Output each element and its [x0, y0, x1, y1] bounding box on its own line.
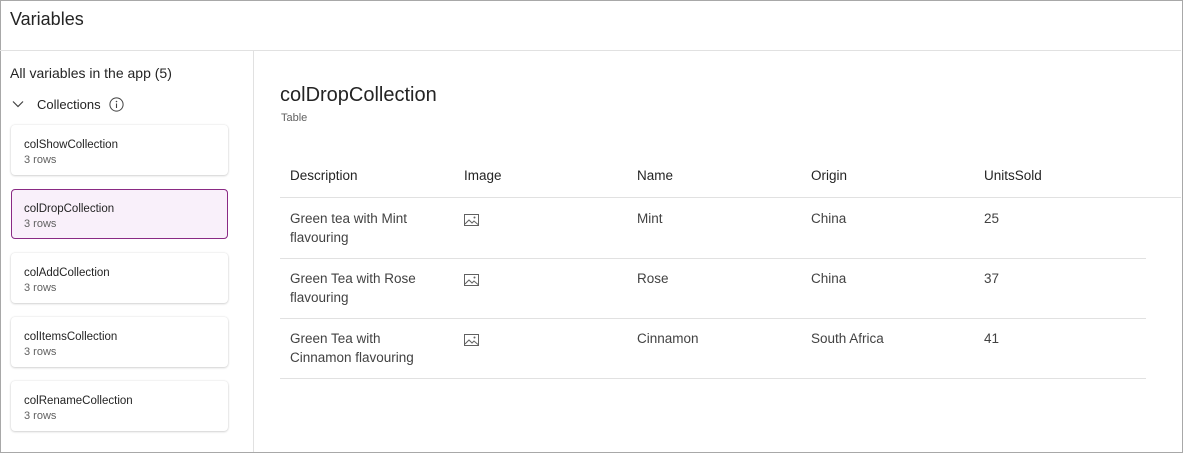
cell-description: Green tea with Mint flavouring [290, 211, 408, 245]
column-header-description: Description [290, 168, 358, 183]
collections-label: Collections [37, 96, 101, 112]
column-header-image: Image [464, 168, 502, 183]
image-icon [464, 213, 479, 226]
all-variables-heading: All variables in the app (5) [10, 65, 172, 81]
variable-row-count: 3 rows [24, 346, 57, 358]
cell-unitssold: 37 [984, 271, 1000, 286]
table-row: Green Tea with Rose flavouring Rose Chin… [280, 259, 1146, 319]
cell-unitssold: 25 [984, 211, 1000, 226]
column-header-unitssold: UnitsSold [984, 168, 1042, 183]
variable-card-colitemscollection[interactable]: colItemsCollection 3 rows [11, 317, 228, 367]
header: Variables [0, 0, 1181, 51]
variable-card-colrenamecollection[interactable]: colRenameCollection 3 rows [11, 381, 228, 431]
variable-card-coladdcollection[interactable]: colAddCollection 3 rows [11, 253, 228, 303]
page-title: Variables [10, 9, 84, 29]
cell-unitssold: 41 [984, 331, 1000, 346]
cell-description: Green Tea with Cinnamon flavouring [290, 331, 414, 365]
table-header: Description Image Name Origin UnitsSold [280, 155, 1181, 198]
variable-name: colAddCollection [24, 267, 110, 279]
variable-card-coldropcollection[interactable]: colDropCollection 3 rows [11, 189, 228, 239]
cell-description: Green Tea with Rose flavouring [290, 271, 416, 305]
collections-toggle[interactable]: Collections [10, 94, 124, 114]
collection-title: colDropCollection [280, 84, 437, 106]
variable-card-colshowcollection[interactable]: colShowCollection 3 rows [11, 125, 228, 175]
table-row: Green Tea with Cinnamon flavouring Cinna… [280, 319, 1146, 379]
variable-name: colItemsCollection [24, 331, 118, 343]
variable-row-count: 3 rows [24, 282, 57, 294]
variable-name: colDropCollection [24, 203, 115, 215]
cell-name: Mint [637, 211, 663, 226]
variable-row-count: 3 rows [24, 218, 57, 230]
table-row: Green tea with Mint flavouring Mint Chin… [280, 199, 1146, 259]
cell-name: Cinnamon [637, 331, 699, 346]
variable-row-count: 3 rows [24, 154, 57, 166]
image-icon [464, 273, 479, 286]
cell-origin: China [811, 271, 847, 286]
column-header-name: Name [637, 168, 674, 183]
info-icon[interactable] [108, 96, 124, 112]
chevron-down-icon[interactable] [10, 96, 26, 112]
cell-origin: China [811, 211, 847, 226]
column-header-origin: Origin [811, 168, 848, 183]
collection-type: Table [281, 112, 308, 124]
variable-name: colRenameCollection [24, 395, 133, 407]
sidebar: All variables in the app (5) Collections… [0, 51, 254, 452]
collection-detail: colDropCollection Table Description Imag… [255, 51, 1181, 452]
variable-row-count: 3 rows [24, 410, 57, 422]
variable-name: colShowCollection [24, 139, 118, 151]
cell-name: Rose [637, 271, 669, 286]
cell-origin: South Africa [811, 331, 884, 346]
image-icon [464, 333, 479, 346]
